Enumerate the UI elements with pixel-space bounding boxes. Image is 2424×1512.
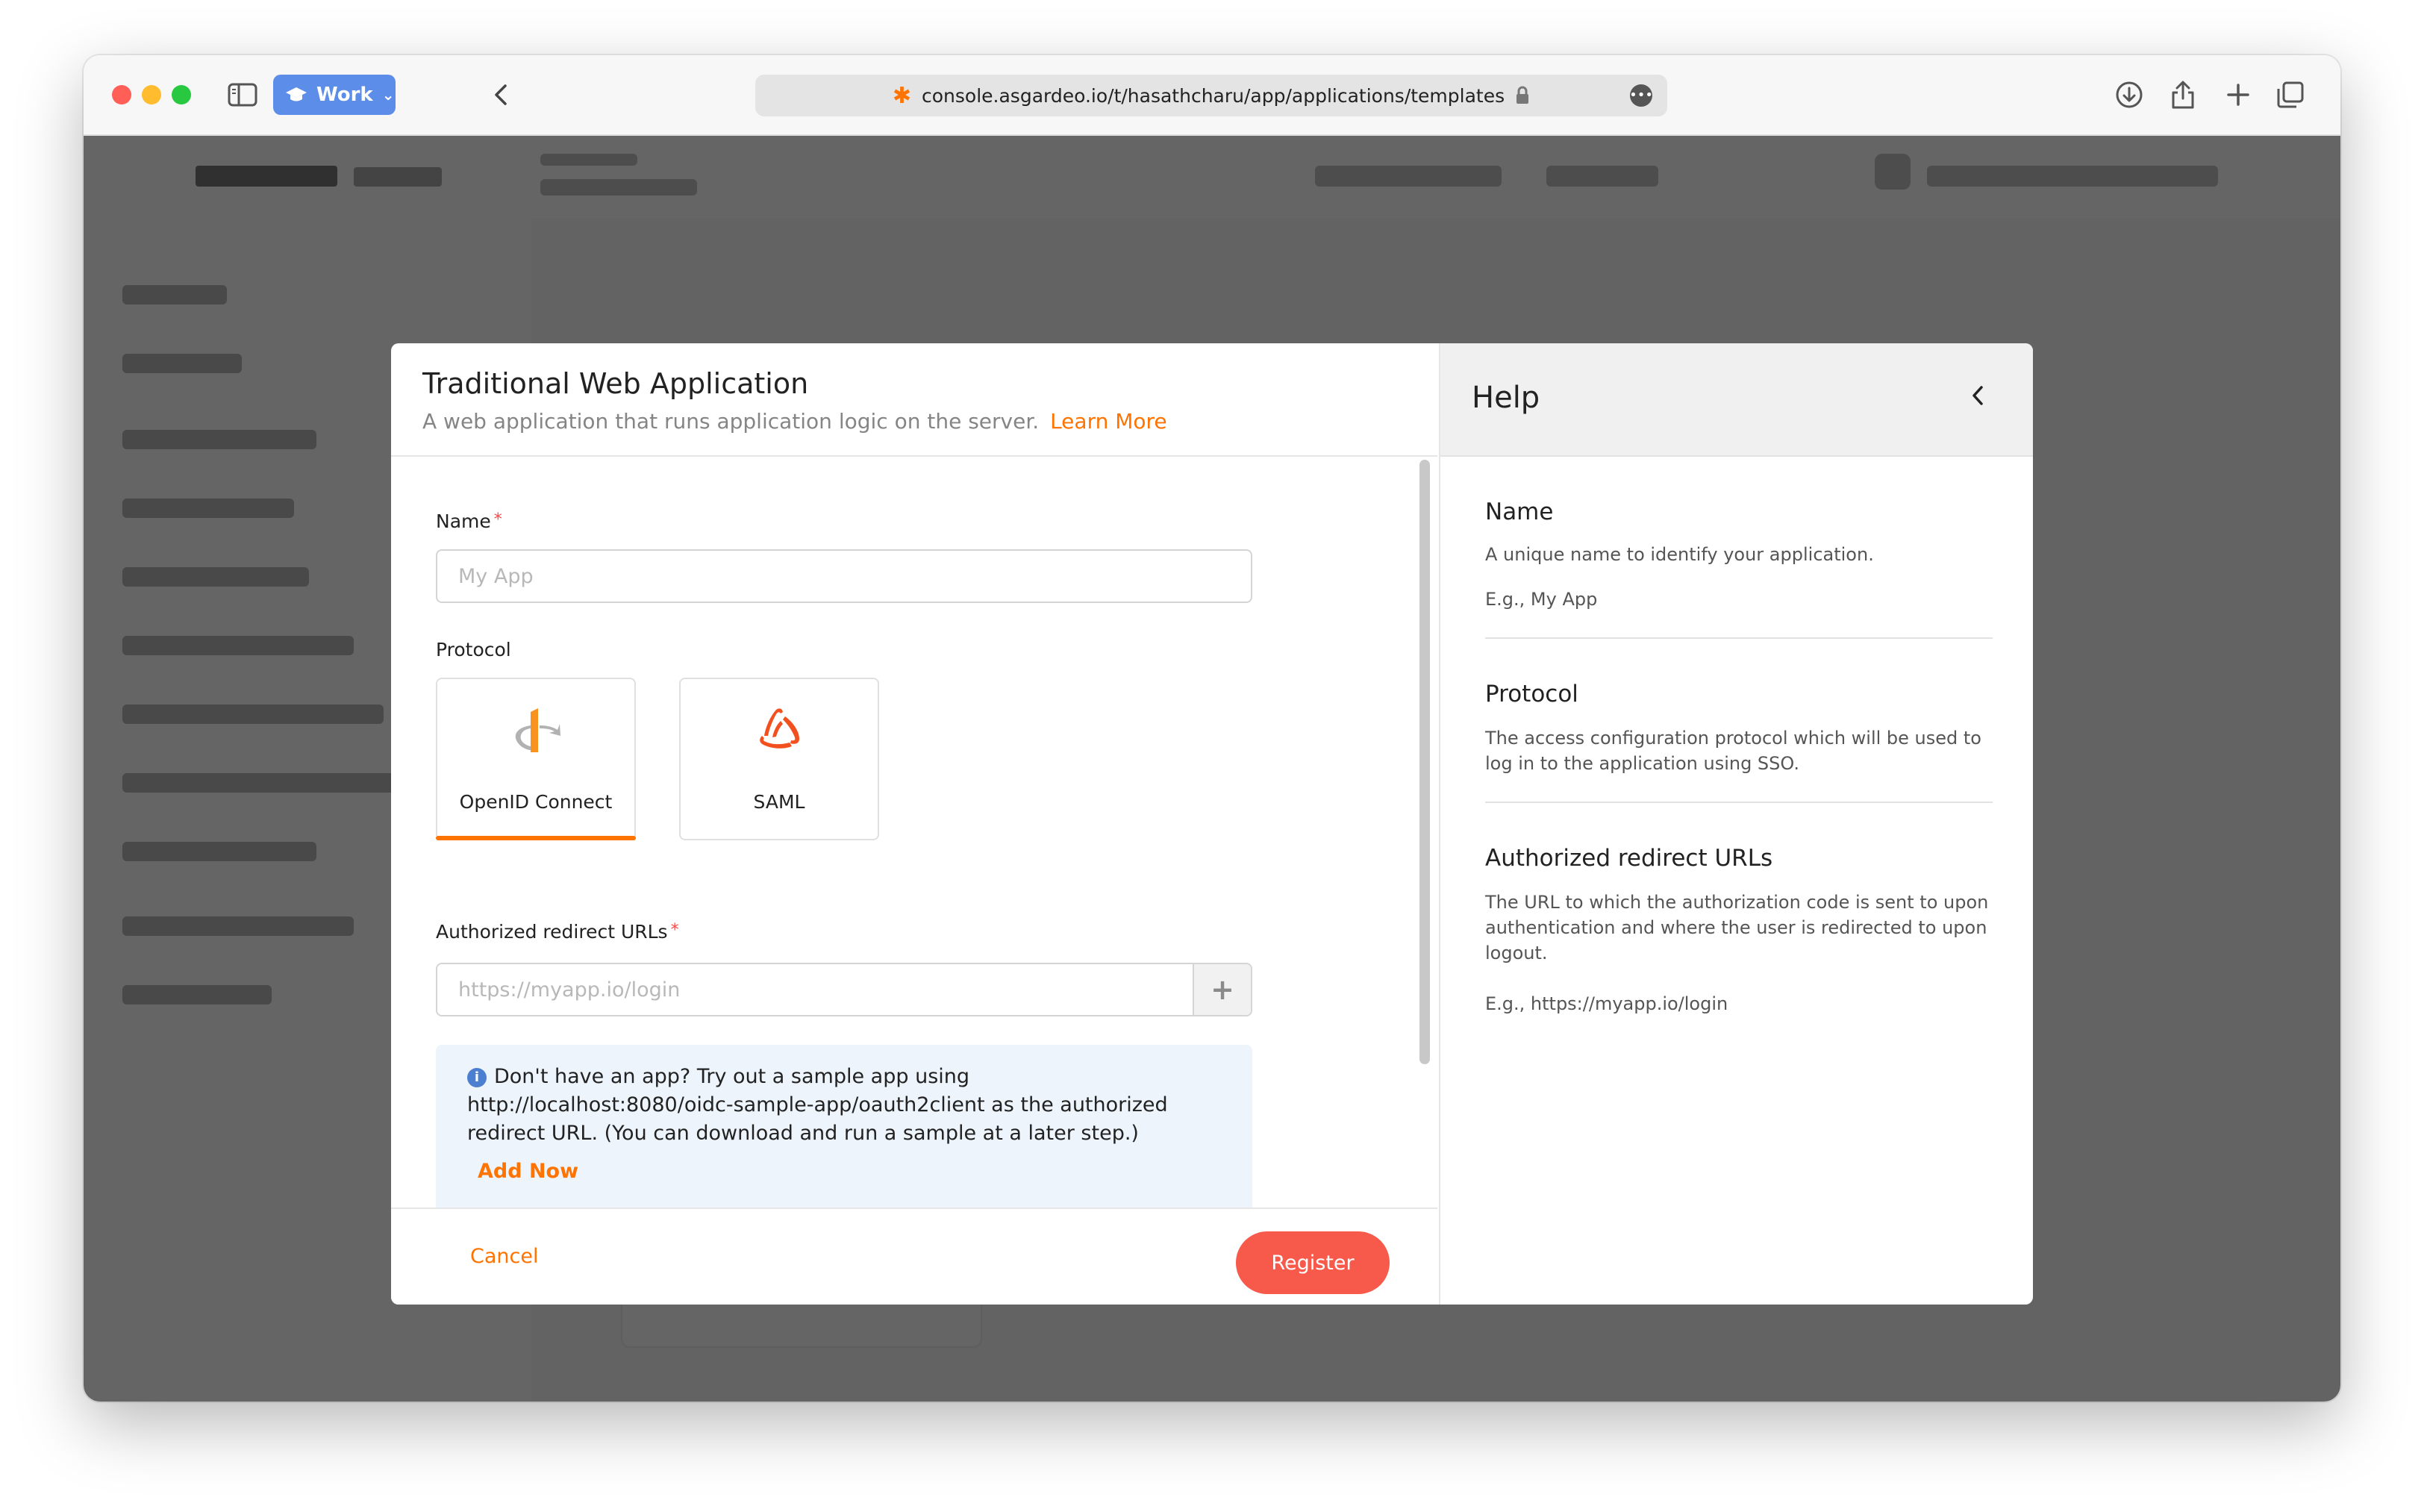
help-section-example: E.g., My App [1485, 589, 1598, 610]
protocol-name: OpenID Connect [459, 791, 613, 813]
required-marker: * [670, 921, 679, 940]
lock-icon [1515, 86, 1530, 105]
info-message: i Don't have an app? Try out a sample app… [467, 1063, 1228, 1148]
add-now-link[interactable]: Add Now [478, 1160, 578, 1183]
profile-label: Work [316, 84, 373, 106]
form-scroll-area[interactable]: Name * My App Protocol OpenID Connect SA… [391, 457, 1437, 1208]
modal-subtitle-text: A web application that runs application … [422, 409, 1040, 434]
chevron-down-icon: ⌄ [381, 86, 395, 104]
redirect-urls-label: Authorized redirect URLs * [436, 921, 679, 943]
info-text: Don't have an app? Try out a sample app … [467, 1065, 1168, 1145]
modal-header: Traditional Web Application A web applic… [391, 343, 1437, 457]
register-button[interactable]: Register [1236, 1231, 1390, 1294]
zoom-window-button[interactable] [172, 85, 191, 104]
modal-subtitle: A web application that runs application … [422, 409, 1167, 434]
address-bar[interactable]: ✱ console.asgardeo.io/t/hasathcharu/app/… [755, 75, 1667, 116]
name-label-text: Name [436, 510, 491, 532]
help-divider [1485, 802, 1993, 803]
form-scrollbar[interactable] [1419, 460, 1430, 1064]
protocol-name: SAML [753, 791, 805, 813]
modal-title: Traditional Web Application [422, 367, 809, 400]
help-divider [1485, 637, 1993, 639]
name-input-placeholder: My App [458, 564, 534, 588]
more-options-icon[interactable]: ••• [1629, 84, 1653, 107]
help-section-title: Protocol [1485, 681, 1578, 707]
create-application-modal: Traditional Web Application A web applic… [391, 343, 2033, 1305]
help-panel: Help Name A unique name to identify your… [1439, 343, 2033, 1305]
tab-overview-icon[interactable] [2273, 78, 2308, 112]
name-input[interactable]: My App [436, 549, 1252, 603]
help-section-example: E.g., https://myapp.io/login [1485, 993, 1728, 1014]
redirect-url-input[interactable]: https://myapp.io/login + [436, 963, 1252, 1016]
name-label: Name * [436, 510, 502, 532]
help-header: Help [1440, 343, 2033, 457]
asgardeo-favicon-icon: ✱ [892, 82, 911, 109]
back-arrow-icon[interactable] [484, 78, 518, 112]
page-content: Traditional Web Application A web applic… [84, 136, 2340, 1402]
info-icon: i [467, 1068, 487, 1087]
sample-app-info-box: i Don't have an app? Try out a sample app… [436, 1045, 1252, 1208]
help-title: Help [1472, 381, 1540, 415]
cancel-button[interactable]: Cancel [470, 1245, 538, 1268]
minimize-window-button[interactable] [142, 85, 161, 104]
chevron-left-icon[interactable] [1963, 381, 1993, 410]
help-section-title: Authorized redirect URLs [1485, 845, 1773, 872]
help-section-text: The URL to which the authorization code … [1485, 892, 1989, 963]
sidebar-toggle-icon[interactable] [225, 78, 260, 112]
profile-work-button[interactable]: Work ⌄ [273, 75, 396, 115]
selected-indicator [436, 836, 636, 840]
redirect-url-placeholder: https://myapp.io/login [458, 978, 681, 1002]
help-section-title: Name [1485, 499, 1554, 525]
new-tab-icon[interactable] [2221, 78, 2255, 112]
protocol-option-openid-connect[interactable]: OpenID Connect [436, 678, 636, 840]
required-marker: * [493, 510, 502, 529]
application-form-panel: Traditional Web Application A web applic… [391, 343, 1437, 1305]
downloads-icon[interactable] [2112, 78, 2146, 112]
openid-logo-icon [437, 706, 634, 755]
saml-logo-icon [681, 706, 878, 751]
close-window-button[interactable] [112, 85, 131, 104]
protocol-label: Protocol [436, 639, 511, 660]
address-bar-url: console.asgardeo.io/t/hasathcharu/app/ap… [922, 84, 1505, 107]
graduation-cap-icon [285, 86, 307, 104]
browser-window: Work ⌄ ✱ console.asgardeo.io/t/hasathcha… [84, 55, 2340, 1402]
add-url-plus-icon[interactable]: + [1193, 964, 1251, 1015]
share-icon[interactable] [2166, 78, 2200, 112]
help-section-text: The access configuration protocol which … [1485, 728, 1981, 774]
redirect-urls-label-text: Authorized redirect URLs [436, 921, 668, 943]
help-section-text: A unique name to identify your applicati… [1485, 544, 1874, 565]
learn-more-link[interactable]: Learn More [1050, 409, 1167, 434]
modal-footer: Cancel Register [391, 1208, 1437, 1305]
browser-toolbar: Work ⌄ ✱ console.asgardeo.io/t/hasathcha… [84, 55, 2340, 136]
protocol-option-saml[interactable]: SAML [679, 678, 879, 840]
